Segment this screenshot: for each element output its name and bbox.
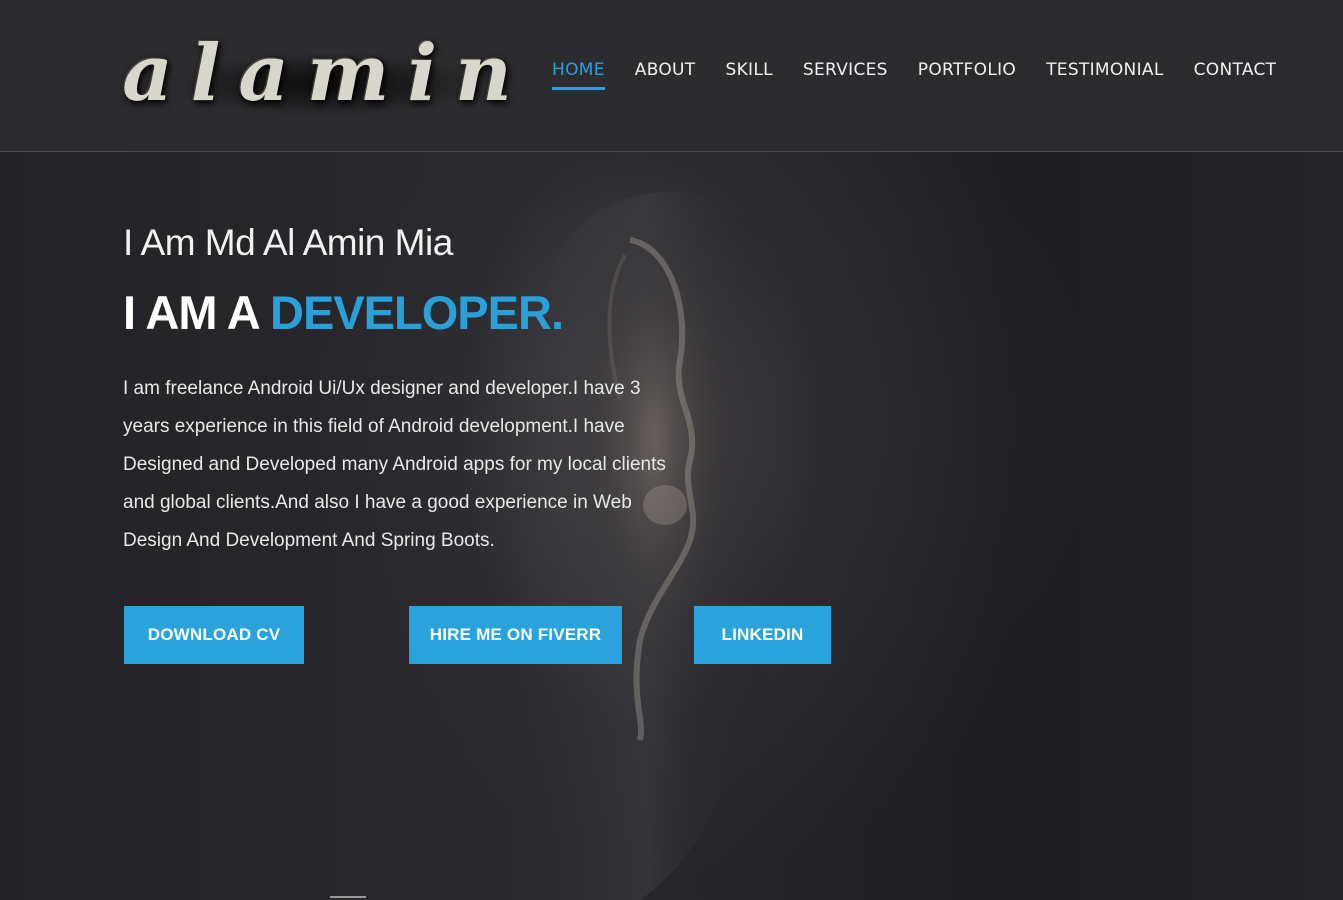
page: alamin HOME ABOUT SKILL SERVICES PORTFOL… — [0, 0, 1343, 900]
scroll-indicator — [330, 896, 366, 898]
nav-item-portfolio[interactable]: PORTFOLIO — [918, 60, 1016, 90]
main-nav: HOME ABOUT SKILL SERVICES PORTFOLIO TEST… — [552, 60, 1306, 90]
linkedin-button[interactable]: LINKEDIN — [694, 606, 831, 664]
hero-name: I Am Md Al Amin Mia — [123, 222, 453, 263]
hire-me-fiverr-button[interactable]: HIRE ME ON FIVERR — [409, 606, 622, 664]
nav-item-contact[interactable]: CONTACT — [1194, 60, 1277, 90]
hero-role: I AM A DEVELOPER. — [123, 285, 564, 340]
hero-description: I am freelance Android Ui/Ux designer an… — [123, 378, 666, 551]
hero-role-highlight: DEVELOPER. — [270, 286, 564, 339]
site-logo[interactable]: alamin — [122, 22, 520, 126]
nav-item-services[interactable]: SERVICES — [803, 60, 888, 90]
nav-item-skill[interactable]: SKILL — [725, 60, 772, 90]
download-cv-button[interactable]: DOWNLOAD CV — [124, 606, 304, 664]
hero-role-prefix: I AM A — [123, 286, 271, 339]
nav-item-about[interactable]: ABOUT — [635, 60, 696, 90]
nav-item-testimonial[interactable]: TESTIMONIAL — [1046, 60, 1164, 90]
logo-text: alamin — [122, 28, 530, 119]
nav-item-home[interactable]: HOME — [552, 60, 605, 90]
site-header: alamin HOME ABOUT SKILL SERVICES PORTFOL… — [0, 0, 1343, 152]
